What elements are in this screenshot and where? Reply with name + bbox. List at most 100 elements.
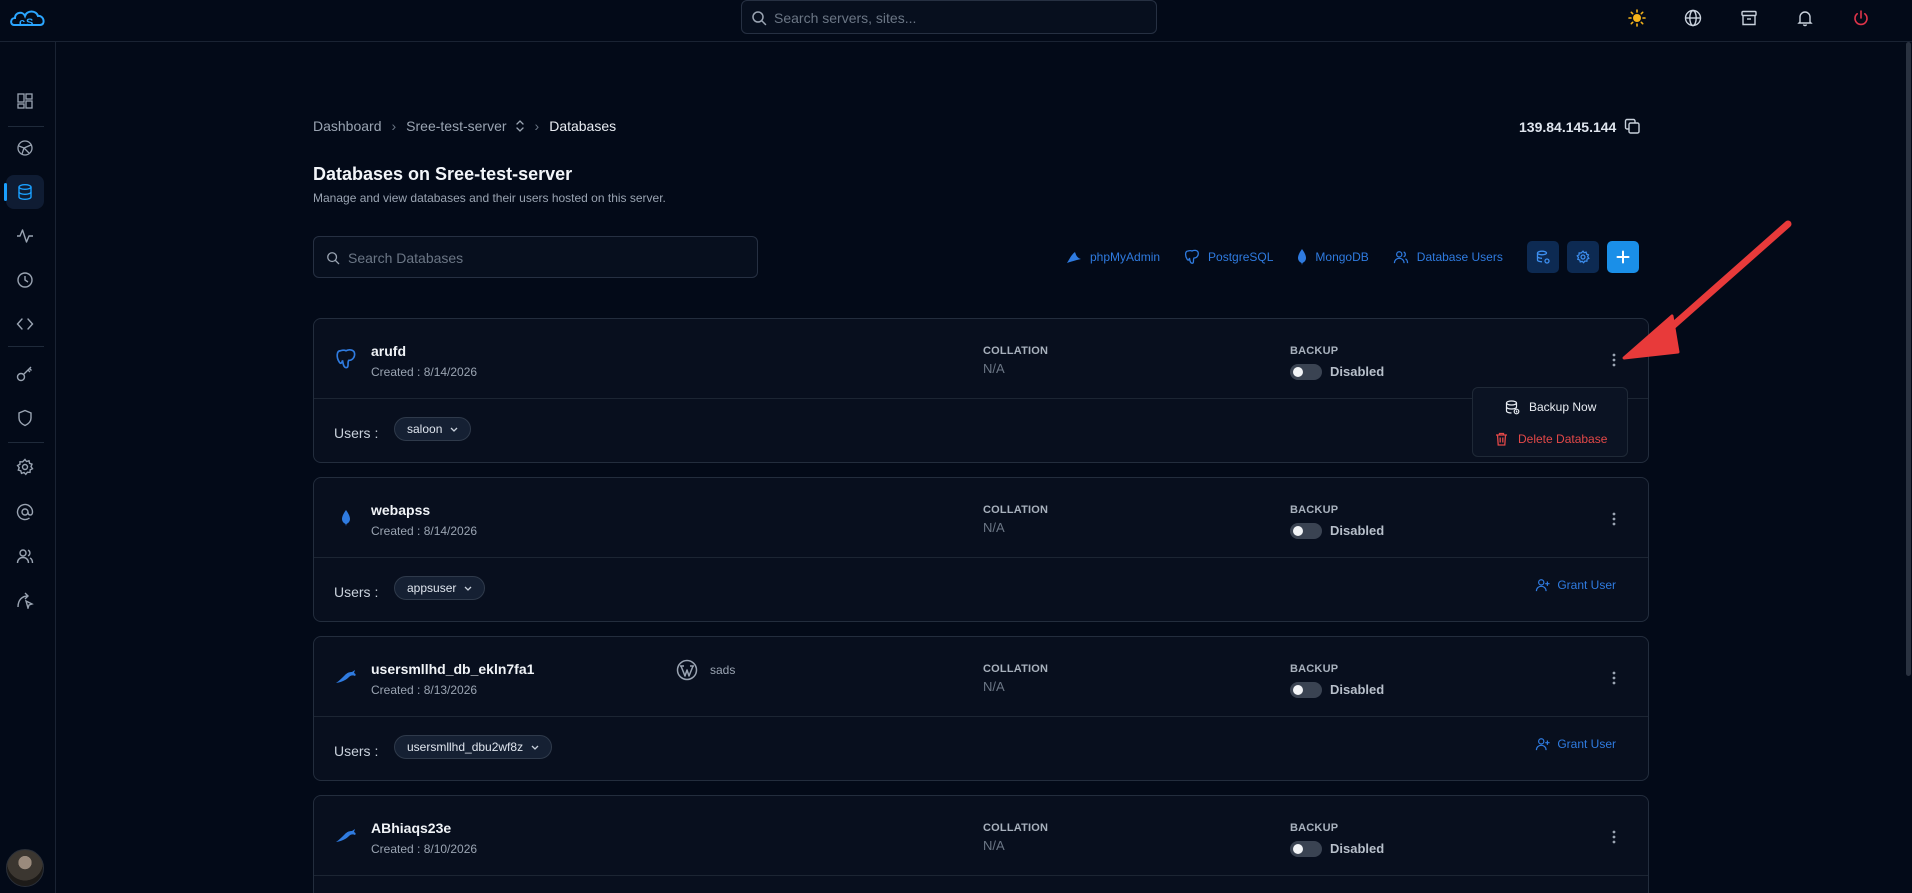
database-name[interactable]: arufd: [371, 343, 406, 359]
users-label: Users :: [334, 743, 379, 759]
database-name[interactable]: ABhiaqs23e: [371, 820, 451, 836]
chevron-right-icon: ›: [391, 118, 397, 134]
page-scrollbar[interactable]: [1904, 42, 1912, 893]
database-backup-icon: [1505, 399, 1520, 414]
user-chip[interactable]: appsuser: [394, 576, 486, 600]
global-search[interactable]: [741, 0, 1157, 34]
activity-icon[interactable]: [6, 219, 44, 253]
database-name[interactable]: webapss: [371, 502, 430, 518]
sidebar-divider: [8, 126, 44, 127]
settings-icon[interactable]: [6, 450, 44, 484]
backup-label: BACKUP: [1290, 504, 1339, 516]
network-icon[interactable]: [6, 131, 44, 165]
more-options-button[interactable]: [1604, 826, 1624, 848]
clock-icon[interactable]: [6, 263, 44, 297]
scrollbar-thumb[interactable]: [1906, 42, 1911, 676]
backup-toggle[interactable]: [1290, 523, 1322, 539]
backup-toggle[interactable]: [1290, 682, 1322, 698]
postgresql-label: PostgreSQL: [1208, 250, 1274, 264]
collation-label: COLLATION: [983, 663, 1049, 675]
page-subtitle: Manage and view databases and their user…: [313, 191, 666, 205]
key-icon[interactable]: [6, 356, 44, 390]
search-icon: [327, 252, 340, 265]
user-chip[interactable]: usersmllhd_dbu2wf8z: [394, 735, 553, 759]
code-icon[interactable]: [6, 307, 44, 341]
breadcrumb-dashboard[interactable]: Dashboard: [313, 118, 382, 134]
users-icon[interactable]: [6, 539, 44, 573]
more-options-button[interactable]: [1604, 508, 1624, 530]
collation-label: COLLATION: [983, 504, 1049, 516]
collation-value: N/A: [983, 361, 1005, 376]
backup-now-label: Backup Now: [1529, 400, 1597, 414]
globe-icon[interactable]: [1682, 7, 1704, 29]
database-card-header: [314, 637, 1648, 717]
breadcrumb-server[interactable]: Sree-test-server: [406, 118, 506, 134]
server-ip: 139.84.145.144: [1519, 118, 1641, 135]
collation-label: COLLATION: [983, 822, 1049, 834]
logo-icon[interactable]: c S: [8, 6, 50, 32]
backup-now-menu-item[interactable]: Backup Now: [1473, 394, 1627, 420]
kebab-icon: [1612, 353, 1616, 367]
linked-site[interactable]: sads: [676, 659, 735, 681]
users-label: Users :: [334, 425, 379, 441]
grant-user-label: Grant User: [1557, 578, 1616, 592]
user-chip-label: usersmllhd_dbu2wf8z: [407, 740, 524, 754]
database-card: webapss Created : 8/14/2026 COLLATION N/…: [313, 477, 1649, 622]
phpmyadmin-link[interactable]: phpMyAdmin: [1066, 250, 1160, 264]
deploy-icon[interactable]: [6, 583, 44, 617]
database-name[interactable]: usersmllhd_db_ekln7fa1: [371, 661, 534, 677]
delete-database-label: Delete Database: [1518, 432, 1608, 446]
database-search[interactable]: [313, 236, 758, 278]
mongodb-icon: [1298, 249, 1307, 265]
kebab-icon: [1612, 830, 1616, 844]
dashboard-icon[interactable]: [6, 84, 44, 118]
avatar[interactable]: [6, 849, 44, 887]
mysql-icon: [334, 824, 358, 848]
postgresql-link[interactable]: PostgreSQL: [1184, 249, 1273, 265]
power-icon[interactable]: [1850, 7, 1872, 29]
mongodb-link[interactable]: MongoDB: [1297, 249, 1369, 265]
database-users-link[interactable]: Database Users: [1393, 250, 1503, 264]
settings-button[interactable]: [1566, 241, 1599, 273]
backup-toggle[interactable]: [1290, 841, 1322, 857]
annotation-arrow: [1622, 220, 1792, 360]
phpmyadmin-icon: [1067, 252, 1081, 263]
database-created: Created : 8/13/2026: [371, 683, 478, 697]
shield-icon[interactable]: [6, 401, 44, 435]
more-options-button[interactable]: [1604, 667, 1624, 689]
server-ip-text: 139.84.145.144: [1519, 118, 1617, 135]
backup-label: BACKUP: [1290, 345, 1339, 357]
database-created: Created : 8/14/2026: [371, 524, 478, 538]
grant-user-button[interactable]: Grant User: [1535, 737, 1616, 751]
archive-icon[interactable]: [1738, 7, 1760, 29]
at-icon[interactable]: [6, 495, 44, 529]
global-search-input[interactable]: [774, 7, 1144, 29]
user-chip-label: appsuser: [407, 581, 457, 595]
search-icon: [752, 11, 767, 26]
kebab-icon: [1612, 671, 1616, 685]
delete-database-menu-item[interactable]: Delete Database: [1473, 426, 1627, 452]
database-card: arufd Created : 8/14/2026 COLLATION N/A …: [313, 318, 1649, 463]
bell-icon[interactable]: [1794, 7, 1816, 29]
sun-icon[interactable]: [1626, 7, 1648, 29]
backup-status: Disabled: [1330, 841, 1385, 856]
database-search-input[interactable]: [348, 247, 748, 269]
user-chip-label: saloon: [407, 422, 443, 436]
mongodb-icon: [334, 506, 358, 530]
backup-status: Disabled: [1330, 364, 1385, 379]
copy-icon[interactable]: [1624, 118, 1641, 135]
user-plus-icon: [1536, 579, 1550, 592]
user-chip[interactable]: saloon: [394, 417, 472, 441]
users-icon: [1393, 251, 1408, 264]
collation-value: N/A: [983, 838, 1005, 853]
breadcrumb: Dashboard › Sree-test-server › Databases: [313, 118, 616, 134]
kebab-icon: [1612, 512, 1616, 526]
backup-toggle[interactable]: [1290, 364, 1322, 380]
grant-user-button[interactable]: Grant User: [1535, 578, 1616, 592]
chevron-updown-icon[interactable]: [515, 119, 525, 133]
users-label: Users :: [334, 584, 379, 600]
postgresql-icon: [334, 347, 358, 371]
database-card: usersmllhd_db_ekln7fa1 Created : 8/13/20…: [313, 636, 1649, 781]
database-backup-settings-button[interactable]: [1526, 241, 1559, 273]
database-icon[interactable]: [4, 175, 44, 209]
